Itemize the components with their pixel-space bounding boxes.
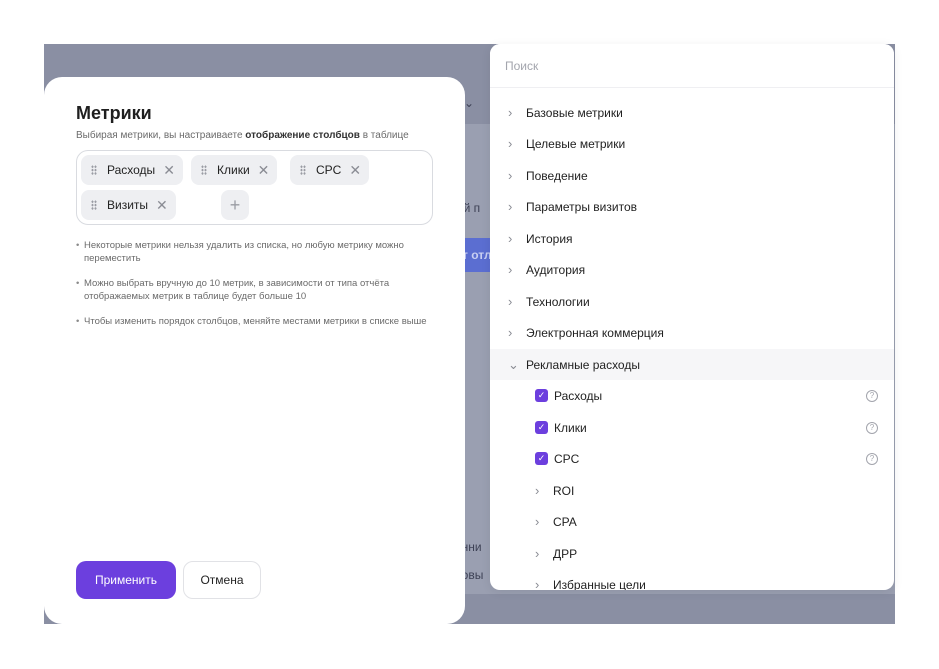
category-item-expanded[interactable]: ⌄ Рекламные расходы xyxy=(490,349,894,380)
category-item[interactable]: › Технологии xyxy=(490,286,894,317)
chevron-right-icon: › xyxy=(535,546,540,561)
hint-list: Некоторые метрики нельзя удалить из спис… xyxy=(76,239,436,340)
help-icon[interactable]: ? xyxy=(866,421,878,434)
metric-option[interactable]: ✓ Расходы ? xyxy=(490,380,894,411)
subcategory-item[interactable]: › Избранные цели xyxy=(490,569,894,590)
metrics-dropdown-panel: ›Базовые метрики ›Целевые метрики ›Повед… xyxy=(490,44,894,590)
category-item[interactable]: › Целевые метрики xyxy=(490,128,894,159)
chip-label: Расходы xyxy=(107,163,156,177)
chip-label: Визиты xyxy=(107,198,149,212)
metric-chip[interactable]: Расходы ✕ xyxy=(81,155,183,185)
help-icon[interactable]: ? xyxy=(866,452,878,465)
hint-item: Некоторые метрики нельзя удалить из спис… xyxy=(76,239,436,265)
category-item[interactable]: › Аудитория xyxy=(490,254,894,285)
drag-handle-icon[interactable] xyxy=(91,200,97,210)
checkbox-checked-icon[interactable]: ✓ xyxy=(535,452,548,465)
metric-option[interactable]: ✓ CPC ? xyxy=(490,443,894,474)
modal-title: Метрики xyxy=(76,103,152,123)
close-icon[interactable]: ✕ xyxy=(156,198,168,212)
drag-handle-icon[interactable] xyxy=(300,165,306,175)
chip-label: CPC xyxy=(316,163,342,177)
metrics-modal: Метрики Выбирая метрики, вы настраиваете… xyxy=(44,77,465,624)
metric-chip[interactable]: Клики ✕ xyxy=(191,155,278,185)
category-item[interactable]: › Параметры визитов xyxy=(490,191,894,222)
subcategory-item[interactable]: › CPA xyxy=(490,506,894,537)
metric-option[interactable]: ✓ Клики ? xyxy=(490,412,894,443)
chevron-right-icon: › xyxy=(508,294,513,309)
metric-chip[interactable]: Визиты ✕ xyxy=(81,190,176,220)
chevron-right-icon: › xyxy=(508,168,513,183)
close-icon[interactable]: ✕ xyxy=(163,163,175,177)
checkbox-checked-icon[interactable]: ✓ xyxy=(535,389,548,402)
chevron-right-icon: › xyxy=(535,514,540,529)
search-input[interactable] xyxy=(490,44,894,88)
drag-handle-icon[interactable] xyxy=(91,165,97,175)
category-item[interactable]: › Базовые метрики xyxy=(490,97,894,128)
chevron-right-icon: › xyxy=(508,105,513,120)
metric-chip[interactable]: CPC ✕ xyxy=(290,155,370,185)
hint-item: Чтобы изменить порядок столбцов, меняйте… xyxy=(76,315,436,328)
subcategory-item[interactable]: › ROI xyxy=(490,475,894,506)
chevron-down-icon: ⌄ xyxy=(508,356,519,372)
category-item[interactable]: › Электронная коммерция xyxy=(490,317,894,348)
cancel-button[interactable]: Отмена xyxy=(183,561,261,599)
plus-icon: + xyxy=(229,194,241,215)
chevron-right-icon: › xyxy=(508,136,513,151)
subcategory-item[interactable]: › ДРР xyxy=(490,538,894,569)
category-item[interactable]: › Поведение xyxy=(490,160,894,191)
category-item[interactable]: › История xyxy=(490,223,894,254)
drag-handle-icon[interactable] xyxy=(201,165,207,175)
chevron-right-icon: › xyxy=(508,325,513,340)
hint-item: Можно выбрать вручную до 10 метрик, в за… xyxy=(76,277,436,303)
add-metric-button[interactable]: + xyxy=(221,190,249,220)
chevron-right-icon: › xyxy=(508,199,513,214)
chevron-right-icon: › xyxy=(535,577,540,590)
close-icon[interactable]: ✕ xyxy=(349,163,361,177)
chevron-right-icon: › xyxy=(508,231,513,246)
chevron-right-icon: › xyxy=(535,483,540,498)
selected-metrics-box: Расходы ✕ Клики ✕ CPC ✕ Визиты ✕ + xyxy=(76,150,433,225)
close-icon[interactable]: ✕ xyxy=(258,163,270,177)
checkbox-checked-icon[interactable]: ✓ xyxy=(535,421,548,434)
modal-subtitle: Выбирая метрики, вы настраиваете отображ… xyxy=(76,130,409,141)
help-icon[interactable]: ? xyxy=(866,389,878,402)
chevron-right-icon: › xyxy=(508,262,513,277)
chip-label: Клики xyxy=(217,163,250,177)
apply-button[interactable]: Применить xyxy=(76,561,176,599)
